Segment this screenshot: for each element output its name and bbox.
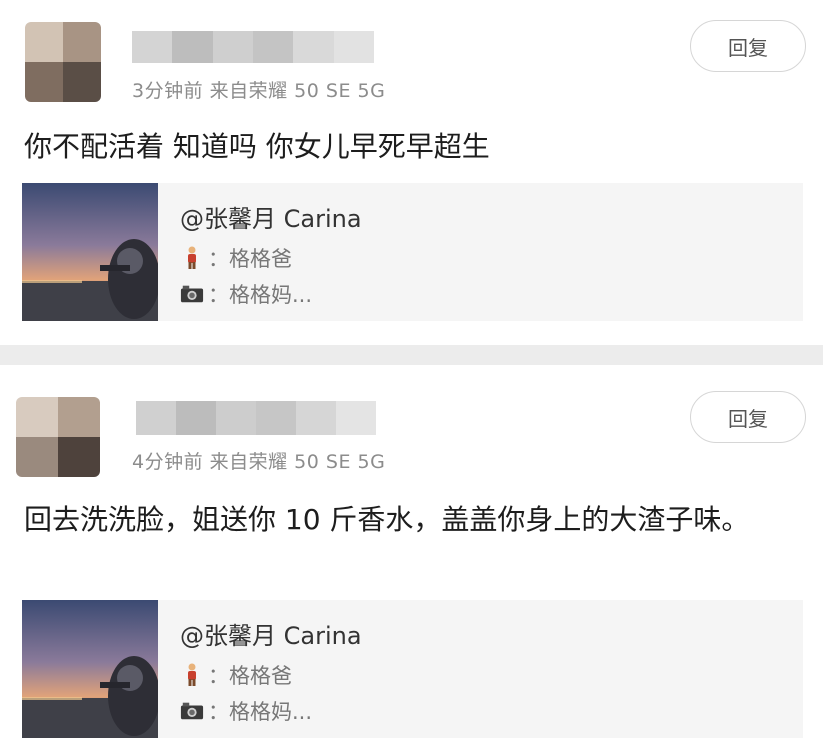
username-redacted[interactable]: [132, 31, 374, 63]
quoted-post-author[interactable]: @张馨月 Carina: [180, 616, 362, 651]
username-redacted[interactable]: [136, 401, 376, 435]
reply-button[interactable]: 回复: [690, 391, 806, 443]
comment-meta: 3分钟前 来自荣耀 50 SE 5G: [132, 80, 386, 102]
quoted-post-card[interactable]: @张馨月 Carina ：格格爸 ：格格妈...: [22, 600, 803, 738]
comment-text: 回去洗洗脸，姐送你 10 斤香水，盖盖你身上的大渣子味。: [24, 503, 750, 536]
quoted-post-thumbnail: [22, 600, 158, 738]
comment-feed: 3分钟前 来自荣耀 50 SE 5G 回复 你不配活着 知道吗 你女儿早死早超生: [0, 0, 823, 755]
camera-icon: [180, 698, 204, 724]
quoted-post-line: ：格格妈...: [180, 279, 312, 309]
section-divider: [0, 345, 823, 365]
avatar[interactable]: [16, 397, 100, 477]
quoted-post-line: ：格格爸: [180, 660, 292, 690]
quoted-post-line: ：格格妈...: [180, 696, 312, 726]
comment-item: 3分钟前 来自荣耀 50 SE 5G 回复 你不配活着 知道吗 你女儿早死早超生: [0, 0, 823, 345]
quoted-post-card[interactable]: @张馨月 Carina ：格格爸 ：格格妈...: [22, 183, 803, 321]
comment-meta: 4分钟前 来自荣耀 50 SE 5G: [132, 451, 386, 473]
comment-text: 你不配活着 知道吗 你女儿早死早超生: [24, 130, 490, 163]
quoted-post-thumbnail: [22, 183, 158, 321]
person-figure-icon: [180, 245, 204, 271]
reply-button[interactable]: 回复: [690, 20, 806, 72]
quoted-post-author[interactable]: @张馨月 Carina: [180, 199, 362, 234]
quoted-post-line: ：格格爸: [180, 243, 292, 273]
avatar[interactable]: [25, 22, 101, 102]
comment-item: 4分钟前 来自荣耀 50 SE 5G 回复 回去洗洗脸，姐送你 10 斤香水，盖…: [0, 365, 823, 755]
person-figure-icon: [180, 662, 204, 688]
camera-icon: [180, 281, 204, 307]
